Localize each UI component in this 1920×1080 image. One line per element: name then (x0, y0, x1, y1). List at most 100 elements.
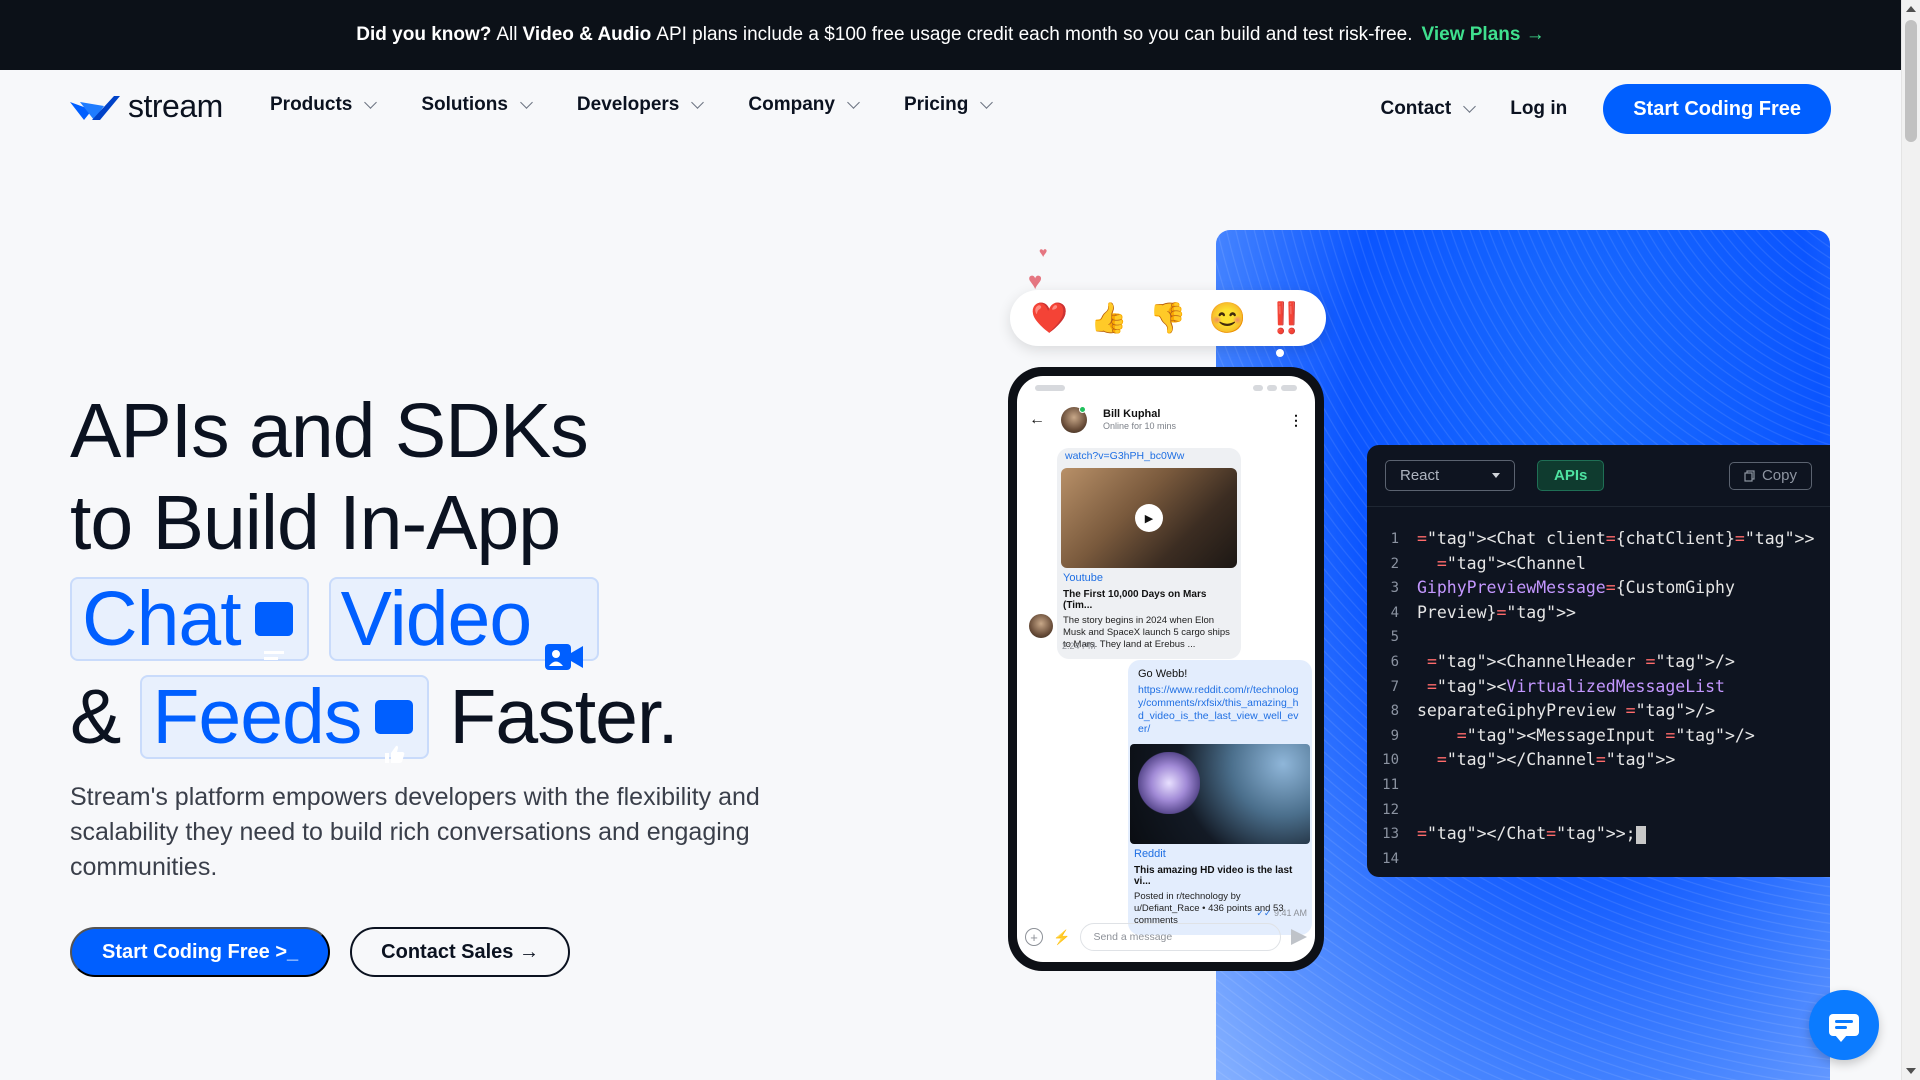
phone-mockup: ← Bill Kuphal Online for 10 mins ⋮ watch… (1008, 367, 1324, 971)
status-pill (1035, 385, 1065, 391)
exclamation-reaction[interactable]: ‼️ (1267, 301, 1305, 336)
code-text: separateGiphyPreview ="tag">/> (1417, 701, 1716, 721)
send-icon[interactable] (1291, 929, 1307, 945)
lightning-icon[interactable]: ⚡ (1053, 929, 1070, 946)
more-options-icon[interactable]: ⋮ (1289, 412, 1303, 429)
hero-actions: Start Coding Free >_ Contact Sales → (70, 927, 570, 977)
status-icons (1253, 385, 1297, 391)
text-cursor (1635, 825, 1646, 844)
video-camera-icon (545, 602, 584, 670)
video-thumbnail[interactable]: ▶ (1061, 468, 1237, 568)
start-coding-free-button[interactable]: Start Coding Free (1603, 84, 1831, 134)
top-nav: stream Products Solutions Developers Com… (0, 70, 1901, 150)
chat-pill: Chat (70, 576, 309, 662)
code-line: 10 ="tag"></Channel="tag">> (1367, 748, 1830, 773)
line-number: 8 (1390, 703, 1399, 720)
scrollbar-thumb[interactable] (1905, 20, 1917, 142)
message-input[interactable]: Send a message (1080, 923, 1281, 951)
line-number: 13 (1382, 826, 1399, 843)
hero-faster: Faster. (449, 674, 678, 760)
code-text: ="tag"><VirtualizedMessageList (1426, 676, 1725, 696)
message-composer: + ⚡ Send a message (1025, 922, 1307, 952)
stream-logo[interactable]: stream (70, 88, 223, 125)
code-line: 14 (1367, 847, 1830, 872)
hero-line-1: APIs and SDKs (70, 388, 589, 474)
nav-item-label: Pricing (903, 94, 969, 115)
framework-select-value: React (1400, 467, 1440, 484)
chat-bubble-icon (254, 602, 293, 660)
code-line: 13 ="tag"></Chat="tag">>; (1367, 822, 1830, 847)
scroll-up-arrow-icon[interactable] (1906, 6, 1916, 12)
code-line: 12 (1367, 798, 1830, 823)
message-link[interactable]: watch?v=G3hPH_bc0Ww (1057, 448, 1241, 468)
line-number: 3 (1390, 580, 1399, 597)
copy-label: Copy (1761, 467, 1797, 484)
heart-reaction[interactable]: ❤️ (1031, 301, 1069, 336)
code-text: ="tag"></Channel="tag">> (1436, 750, 1676, 770)
chat-user-status: Online for 10 mins (1103, 421, 1177, 431)
code-editor[interactable]: 1 ="tag"><Chat client={chatClient}="tag">… (1367, 507, 1830, 871)
chat-user-name: Bill Kuphal (1103, 408, 1161, 420)
link-source: Youtube (1057, 569, 1109, 587)
framework-select[interactable]: React (1385, 460, 1515, 491)
nav-item-products[interactable]: Products (270, 94, 378, 116)
link-title: This amazing HD video is the last vi... (1134, 865, 1293, 887)
banner-pre: All (496, 24, 518, 45)
nav-contact-label: Contact (1380, 98, 1452, 119)
line-number: 1 (1390, 531, 1399, 547)
nav-actions: Contact Log in Start Coding Free (1380, 84, 1831, 134)
avatar (1029, 614, 1053, 638)
support-chat-button[interactable] (1809, 990, 1879, 1060)
message-text: Go Webb! (1138, 668, 1188, 680)
add-attachment-icon[interactable]: + (1025, 928, 1043, 946)
smile-reaction[interactable]: 😊 (1208, 301, 1246, 336)
hero-description: Stream's platform empowers developers wi… (70, 783, 760, 881)
line-number: 9 (1390, 727, 1399, 744)
chevron-down-icon (520, 96, 533, 109)
feeds-pill: Feeds (140, 674, 430, 763)
code-text: ="tag"><Chat client={chatClient}="tag">> (1417, 529, 1815, 548)
nav-item-company[interactable]: Company (748, 94, 860, 116)
contact-sales-button[interactable]: Contact Sales → (350, 927, 570, 977)
nav-item-contact[interactable]: Contact (1380, 98, 1477, 120)
video-pill-label: Video (340, 576, 533, 662)
line-number: 10 (1382, 752, 1399, 769)
thumbs-up-icon (375, 700, 414, 763)
banner-product: Video & Audio (522, 24, 652, 45)
line-number: 14 (1382, 850, 1399, 867)
play-icon[interactable]: ▶ (1135, 504, 1163, 532)
login-link[interactable]: Log in (1510, 98, 1567, 120)
line-number: 12 (1382, 801, 1399, 818)
nav-item-solutions[interactable]: Solutions (421, 94, 533, 116)
nav-menu: Products Solutions Developers Company Pr… (270, 94, 994, 116)
page-scrollbar[interactable] (1901, 0, 1920, 1080)
back-arrow-icon[interactable]: ← (1029, 411, 1045, 429)
hero-line-2: to Build In-App (70, 480, 561, 566)
message-link[interactable]: https://www.reddit.com/r/technology/comm… (1128, 682, 1312, 744)
reaction-tail-dot (1276, 349, 1284, 357)
read-check-icon: ✓✓ (1256, 908, 1274, 918)
hero-start-coding-button[interactable]: Start Coding Free >_ (70, 927, 331, 977)
code-text: ="tag"></Chat="tag">>; (1417, 822, 1646, 847)
code-line: 3 GiphyPreviewMessage={CustomGiphy (1367, 576, 1830, 601)
thumbs-up-reaction[interactable]: 👍 (1090, 301, 1128, 336)
nav-item-pricing[interactable]: Pricing (903, 94, 994, 116)
scroll-down-arrow-icon[interactable] (1906, 1068, 1916, 1074)
image-thumbnail[interactable] (1130, 744, 1310, 844)
line-number: 6 (1390, 653, 1399, 670)
view-plans-link[interactable]: View Plans → (1422, 24, 1545, 46)
chat-bubble-icon (1829, 1014, 1859, 1042)
hero-ampersand: & (70, 674, 121, 760)
chevron-down-icon (980, 96, 994, 109)
apis-tab[interactable]: APIs (1537, 460, 1605, 491)
code-text: ="tag"><ChannelHeader ="tag">/> (1426, 651, 1735, 671)
thumbs-down-reaction[interactable]: 👎 (1149, 301, 1187, 336)
nav-item-developers[interactable]: Developers (577, 94, 705, 116)
code-line: 2 ="tag"><Channel (1367, 552, 1830, 577)
line-number: 2 (1390, 555, 1399, 572)
link-title: The First 10,000 Days on Mars (Tim... (1063, 589, 1207, 611)
phone-screen: ← Bill Kuphal Online for 10 mins ⋮ watch… (1017, 376, 1315, 962)
code-text: ="tag"><MessageInput ="tag">/> (1456, 725, 1755, 745)
code-toolbar: React APIs Copy (1367, 445, 1830, 507)
copy-button[interactable]: Copy (1728, 461, 1812, 490)
